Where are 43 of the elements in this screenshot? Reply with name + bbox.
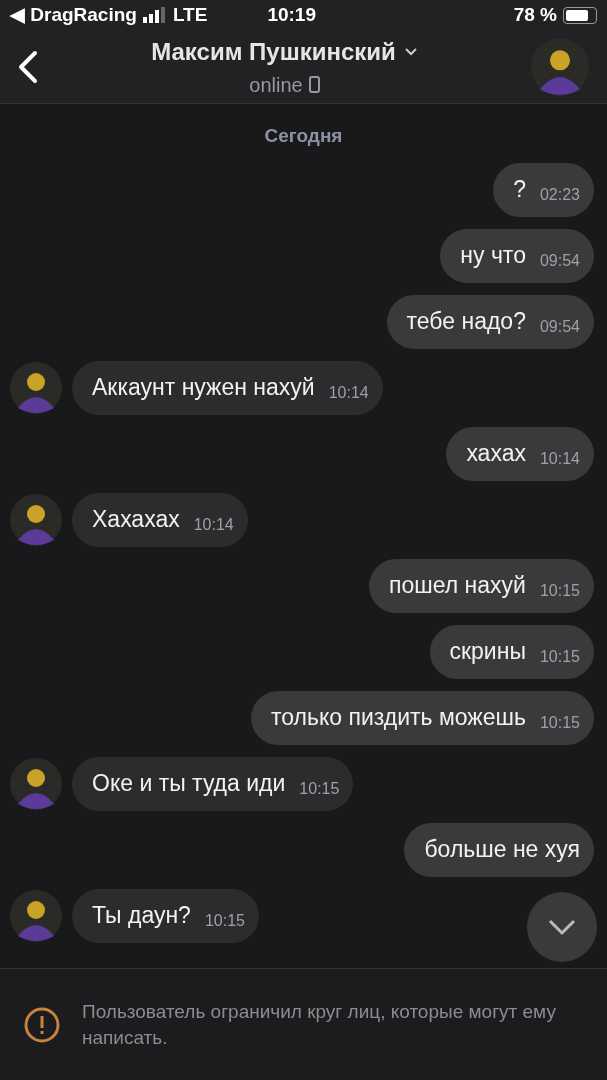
message-text: Оке и ты туда иди bbox=[92, 769, 286, 799]
message-time: 09:54 bbox=[539, 250, 580, 271]
message-text: больше не хуя bbox=[424, 835, 580, 865]
contact-name[interactable]: Максим Пушкинский bbox=[151, 33, 396, 70]
message-time: 10:15 bbox=[539, 646, 580, 667]
restriction-notice: Пользователь ограничил круг лиц, которые могут ему написать. bbox=[82, 999, 557, 1050]
back-icon[interactable] bbox=[18, 49, 38, 84]
message-time: 09:54 bbox=[539, 316, 580, 337]
message-time: 10:15 bbox=[204, 910, 245, 931]
avatar bbox=[531, 37, 589, 96]
avatar bbox=[10, 757, 62, 810]
message-time: 02:23 bbox=[539, 184, 580, 205]
clock: 10:19 bbox=[267, 2, 316, 27]
message-time: 10:14 bbox=[193, 514, 234, 535]
message-text: только пиздить можешь bbox=[271, 703, 526, 733]
message-text: Аккаунт нужен нахуй bbox=[92, 373, 315, 403]
battery-icon bbox=[563, 6, 597, 24]
chevron-down-icon bbox=[547, 918, 577, 936]
avatar bbox=[10, 889, 62, 942]
avatar bbox=[10, 493, 62, 546]
battery-percent: 78 % bbox=[513, 2, 557, 27]
message-text: хахах bbox=[466, 439, 526, 469]
message-text: ну что bbox=[460, 241, 526, 271]
message-text: пошел нахуй bbox=[389, 571, 526, 601]
message-time: 10:15 bbox=[299, 778, 340, 799]
avatar bbox=[10, 361, 62, 414]
warning-icon bbox=[24, 1006, 60, 1043]
message-text: тебе надо? bbox=[406, 307, 526, 337]
message-time: 10:14 bbox=[328, 382, 369, 403]
contact-status: online bbox=[249, 72, 303, 98]
message-text: скрины bbox=[449, 637, 526, 667]
chevron-down-icon[interactable] bbox=[403, 46, 418, 57]
signal-icon bbox=[142, 7, 167, 23]
phone-icon bbox=[308, 76, 320, 93]
message-time: 10:15 bbox=[539, 712, 580, 733]
back-to-app-link[interactable]: ◀ DragRacing bbox=[10, 0, 137, 30]
message-time: 10:15 bbox=[539, 580, 580, 601]
message-text: ? bbox=[513, 175, 526, 205]
message-text: Ты даун? bbox=[92, 901, 191, 931]
message-time: 10:14 bbox=[539, 448, 580, 469]
network-type: LTE bbox=[172, 2, 208, 27]
message-text: Хахахах bbox=[92, 505, 180, 535]
date-label: Сегодня bbox=[264, 124, 343, 148]
